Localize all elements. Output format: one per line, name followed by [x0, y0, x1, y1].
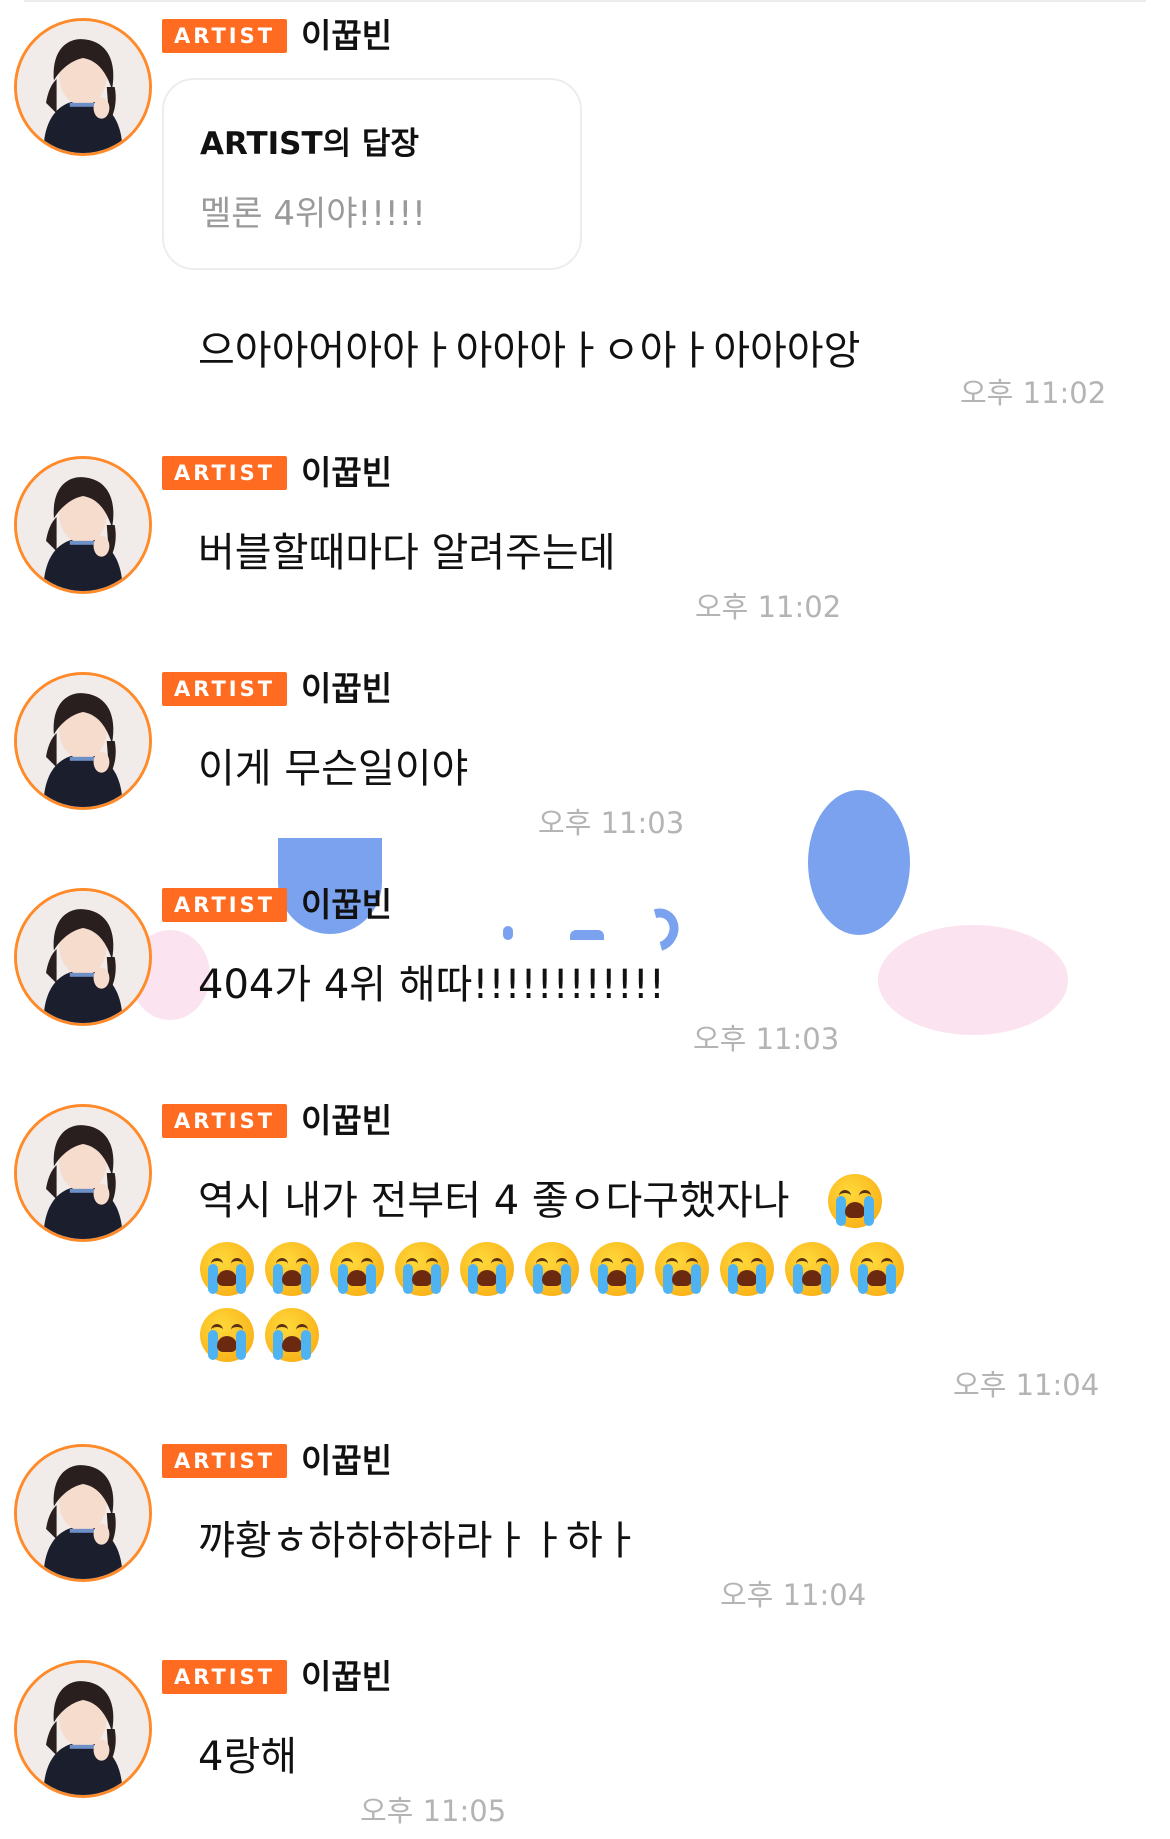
- loudly-crying-face-icon: [828, 1174, 882, 1228]
- artist-badge: ARTIST: [162, 672, 288, 706]
- emoji-row: [200, 1308, 319, 1370]
- reply-card[interactable]: ARTIST의 답장 멜론 4위야!!!!!: [162, 78, 582, 270]
- sender-name: 이꿉빈: [301, 1657, 393, 1696]
- message-timestamp: 오후 11:02: [695, 590, 842, 624]
- message-text: 역시 내가 전부터 4 좋ㅇ다구했자나: [198, 1178, 790, 1224]
- background-decoration: [503, 926, 513, 940]
- message-timestamp: 오후 11:04: [720, 1578, 867, 1612]
- artist-avatar[interactable]: [14, 1444, 152, 1582]
- loudly-crying-face-icon: [850, 1242, 904, 1296]
- loudly-crying-face-icon: [785, 1242, 839, 1296]
- reply-title: ARTIST의 답장: [200, 126, 419, 162]
- loudly-crying-face-icon: [590, 1242, 644, 1296]
- loudly-crying-face-icon: [460, 1242, 514, 1296]
- artist-badge: ARTIST: [162, 19, 288, 53]
- emoji-row: [200, 1242, 904, 1304]
- background-decoration: [570, 930, 604, 940]
- artist-avatar[interactable]: [14, 888, 152, 1026]
- message-text: 으아아어아아ㅏ아아아ㅏㅇ아ㅏ아아아앙: [198, 328, 861, 374]
- artist-avatar[interactable]: [14, 1660, 152, 1798]
- sender-name: 이꿉빈: [301, 453, 393, 492]
- message-text: 404가 4위 해따!!!!!!!!!!!!: [198, 962, 665, 1008]
- artist-badge: ARTIST: [162, 456, 288, 490]
- sender-name: 이꿉빈: [301, 1441, 393, 1480]
- message-timestamp: 오후 11:05: [360, 1794, 507, 1828]
- sender-name: 이꿉빈: [301, 1101, 393, 1140]
- sender-name: 이꿉빈: [301, 669, 393, 708]
- sender-name: 이꿉빈: [301, 16, 393, 55]
- artist-badge: ARTIST: [162, 888, 288, 922]
- loudly-crying-face-icon: [200, 1242, 254, 1296]
- loudly-crying-face-icon: [395, 1242, 449, 1296]
- reply-body: 멜론 4위야!!!!!: [200, 194, 426, 234]
- loudly-crying-face-icon: [330, 1242, 384, 1296]
- top-divider: [24, 0, 1146, 2]
- loudly-crying-face-icon: [265, 1242, 319, 1296]
- message-timestamp: 오후 11:03: [538, 806, 685, 840]
- message-timestamp: 오후 11:04: [953, 1368, 1100, 1402]
- loudly-crying-face-icon: [655, 1242, 709, 1296]
- emoji-row: [828, 1174, 882, 1236]
- artist-avatar[interactable]: [14, 18, 152, 156]
- loudly-crying-face-icon: [265, 1308, 319, 1362]
- sender-name: 이꿉빈: [301, 885, 393, 924]
- background-decoration: [878, 925, 1068, 1035]
- message-text: 4랑해: [198, 1734, 298, 1780]
- artist-badge: ARTIST: [162, 1660, 288, 1694]
- artist-avatar[interactable]: [14, 456, 152, 594]
- loudly-crying-face-icon: [720, 1242, 774, 1296]
- loudly-crying-face-icon: [200, 1308, 254, 1362]
- artist-avatar[interactable]: [14, 1104, 152, 1242]
- message-text: 꺄황ㅎ하하하하라ㅏㅏ하ㅏ: [198, 1518, 640, 1564]
- message-timestamp: 오후 11:03: [693, 1022, 840, 1056]
- message-timestamp: 오후 11:02: [960, 376, 1107, 410]
- artist-avatar[interactable]: [14, 672, 152, 810]
- background-decoration: [629, 900, 687, 960]
- artist-badge: ARTIST: [162, 1104, 288, 1138]
- message-text: 이게 무슨일이야: [198, 746, 469, 792]
- message-text: 버블할때마다 알려주는데: [198, 530, 616, 576]
- artist-badge: ARTIST: [162, 1444, 288, 1478]
- background-decoration: [808, 790, 910, 935]
- loudly-crying-face-icon: [525, 1242, 579, 1296]
